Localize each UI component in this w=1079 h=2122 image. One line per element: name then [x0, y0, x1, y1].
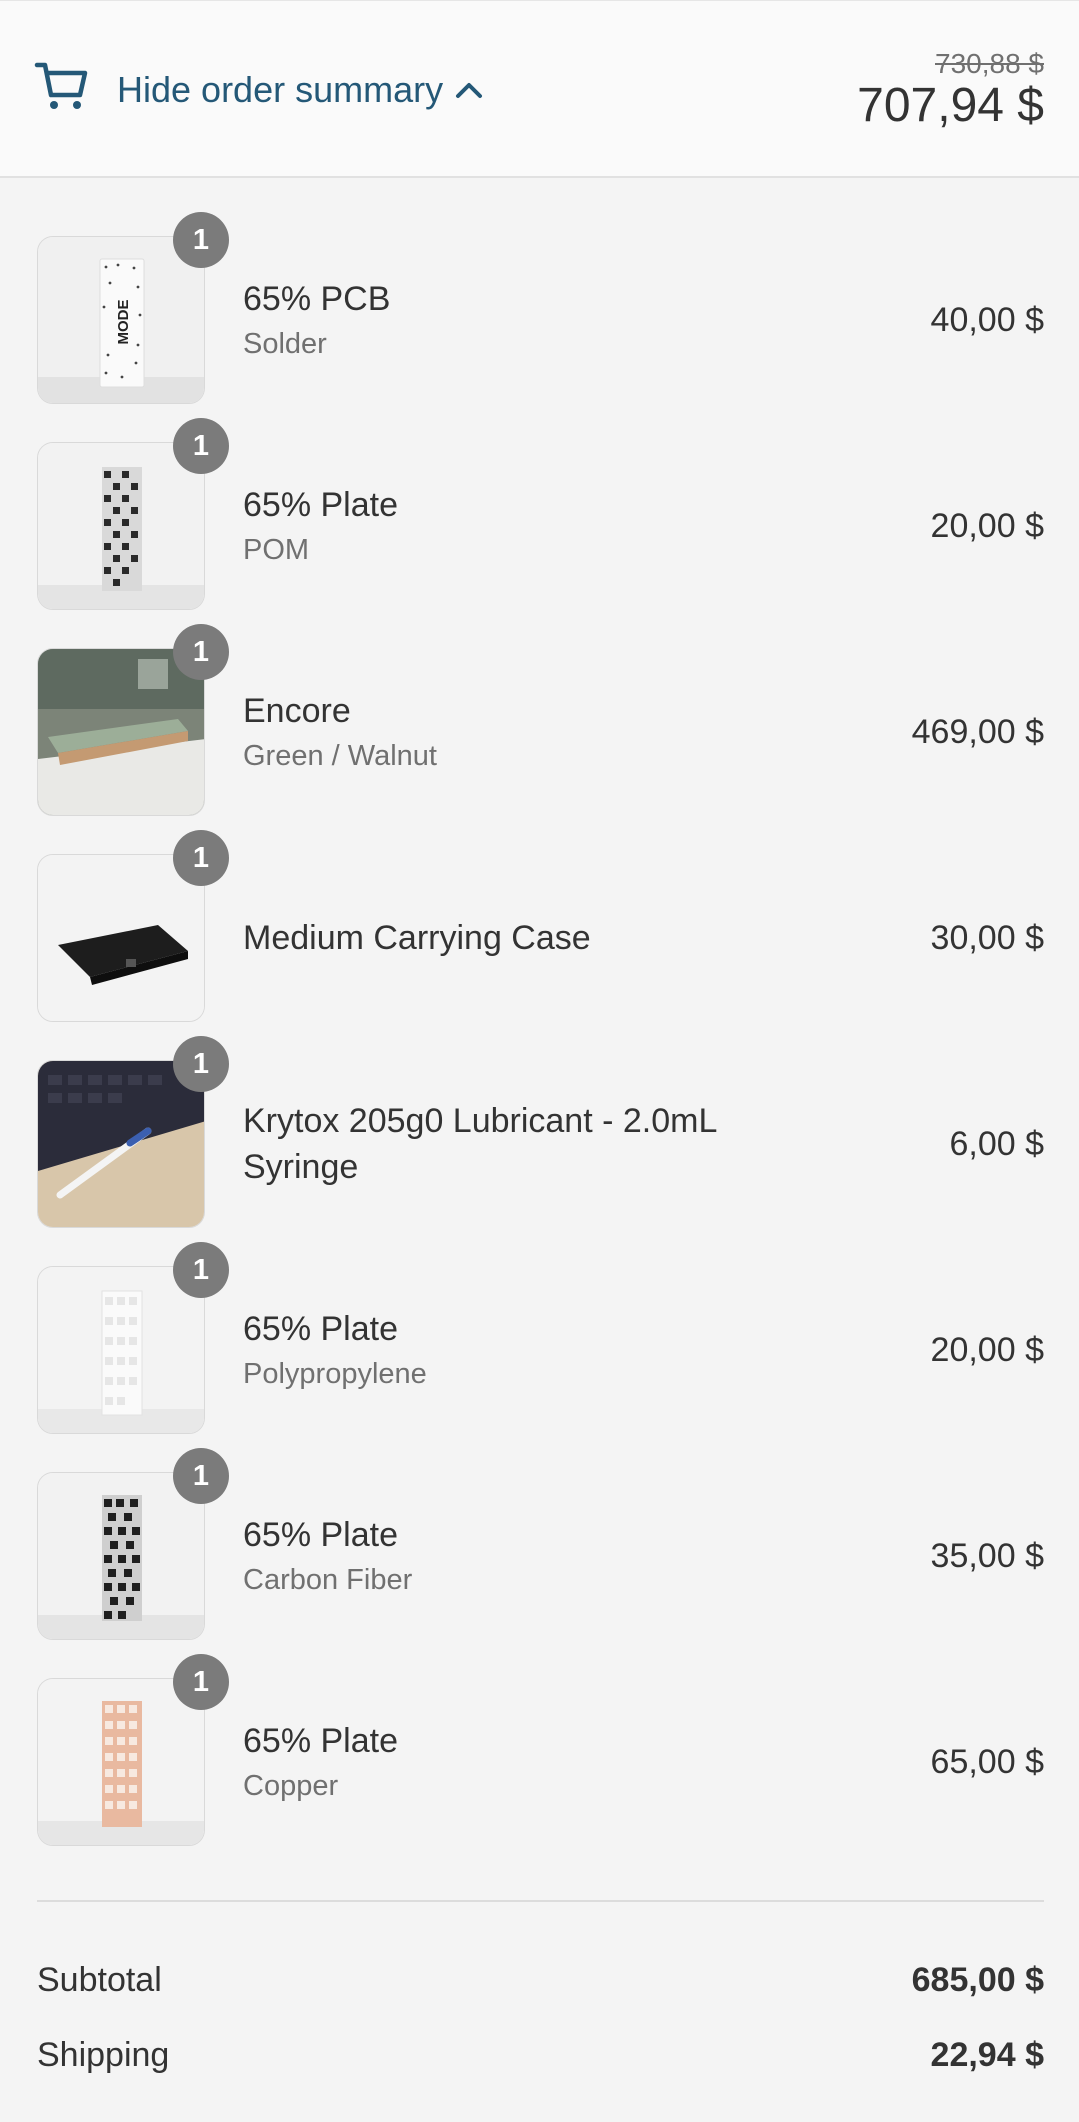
product-name: 65% Plate	[243, 1310, 398, 1348]
product-name: Medium Carrying Case	[243, 919, 591, 957]
product-thumbnail	[37, 854, 205, 1022]
quantity-badge: 1	[173, 418, 229, 474]
product-thumbnail	[37, 442, 205, 610]
product-name: Encore	[243, 692, 351, 730]
quantity-badge: 1	[173, 212, 229, 268]
product-price: 20,00 $	[930, 506, 1044, 545]
quantity-badge: 1	[173, 1654, 229, 1710]
shipping-label: Shipping	[37, 2035, 170, 2074]
original-total: 730,88 $	[935, 48, 1044, 79]
cart-icon[interactable]	[34, 57, 90, 113]
subtotal-row: Subtotal 685,00 $	[37, 1955, 1044, 2005]
product-name: 65% PCB	[243, 280, 391, 318]
product-thumbnail	[37, 648, 205, 816]
product-price: 6,00 $	[949, 1124, 1044, 1163]
product-variant: POM	[243, 534, 310, 566]
hide-order-summary-toggle[interactable]: Hide order summary	[117, 65, 483, 115]
product-name: 65% Plate	[243, 486, 398, 524]
line-item: 1 65% Plate Copper 65,00 $	[0, 1654, 1079, 1848]
line-item: MODE 1 65% PCB Solder 40,00 $	[0, 212, 1079, 406]
product-price: 40,00 $	[930, 300, 1044, 339]
shipping-value: 22,94 $	[930, 2035, 1044, 2074]
product-variant: Carbon Fiber	[243, 1564, 413, 1596]
product-price: 30,00 $	[930, 918, 1044, 957]
product-variant: Green / Walnut	[243, 740, 437, 772]
svg-text:MODE: MODE	[115, 300, 132, 345]
product-variant: Solder	[243, 328, 327, 360]
quantity-badge: 1	[173, 1242, 229, 1298]
line-item: 1 Krytox 205g0 Lubricant - 2.0mL Syringe…	[0, 1036, 1079, 1230]
line-item: 1 Encore Green / Walnut 469,00 $	[0, 624, 1079, 818]
product-thumbnail	[37, 1472, 205, 1640]
product-price: 20,00 $	[930, 1330, 1044, 1369]
product-price: 469,00 $	[911, 712, 1044, 751]
quantity-badge: 1	[173, 1036, 229, 1092]
subtotal-label: Subtotal	[37, 1960, 162, 1999]
product-name: Krytox 205g0 Lubricant - 2.0mL Syringe	[243, 1102, 717, 1186]
summary-divider	[37, 1900, 1044, 1902]
product-price: 65,00 $	[930, 1742, 1044, 1781]
product-price: 35,00 $	[930, 1536, 1044, 1575]
order-total: 707,94 $	[857, 79, 1044, 132]
product-name: 65% Plate	[243, 1722, 398, 1760]
quantity-badge: 1	[173, 1448, 229, 1504]
line-item: 1 Medium Carrying Case 30,00 $	[0, 830, 1079, 1024]
quantity-badge: 1	[173, 624, 229, 680]
subtotal-value: 685,00 $	[911, 1960, 1044, 1999]
product-thumbnail	[37, 1060, 205, 1228]
chevron-up-icon	[456, 83, 483, 98]
product-name: 65% Plate	[243, 1516, 398, 1554]
product-variant: Copper	[243, 1770, 339, 1802]
line-item: 1 65% Plate POM 20,00 $	[0, 418, 1079, 612]
shipping-row: Shipping 22,94 $	[37, 2030, 1044, 2080]
line-item: 1 65% Plate Carbon Fiber 35,00 $	[0, 1448, 1079, 1642]
quantity-badge: 1	[173, 830, 229, 886]
product-thumbnail	[37, 1678, 205, 1846]
product-variant: Polypropylene	[243, 1358, 427, 1390]
order-summary-header: Hide order summary 730,88 $ 707,94 $	[0, 0, 1079, 178]
line-item: 1 65% Plate Polypropylene 20,00 $	[0, 1242, 1079, 1436]
product-thumbnail	[37, 1266, 205, 1434]
hide-order-summary-label: Hide order summary	[117, 69, 444, 110]
product-thumbnail: MODE	[37, 236, 205, 404]
